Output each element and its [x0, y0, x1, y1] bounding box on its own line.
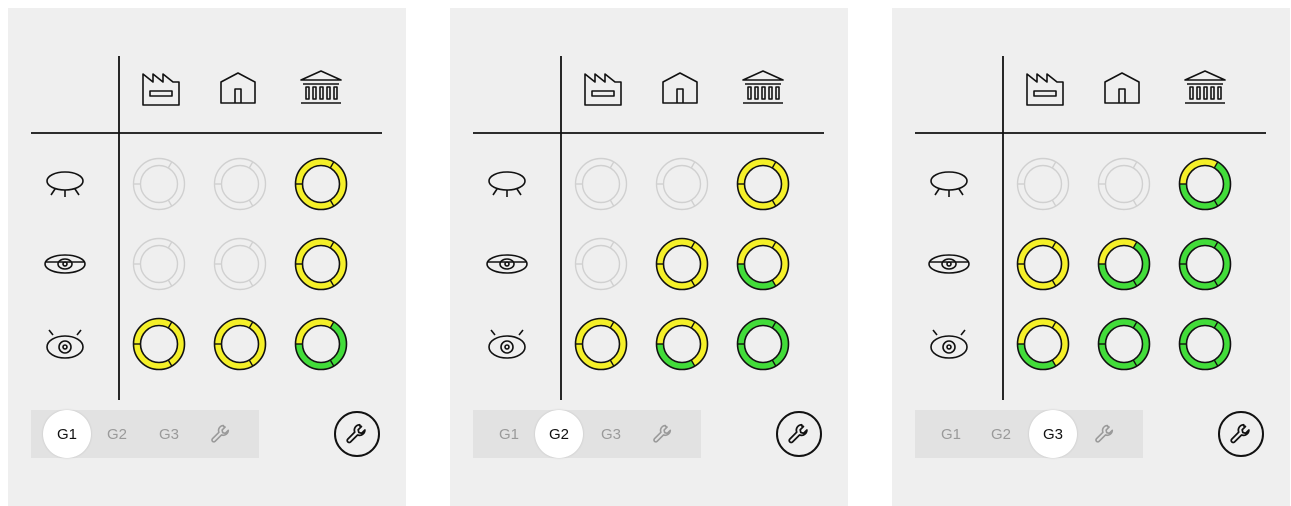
factory-icon — [584, 73, 622, 106]
status-ring-eye-half-factory[interactable] — [132, 237, 186, 291]
status-ring-eye-half-institution[interactable] — [294, 237, 348, 291]
tab-g1[interactable]: G1 — [927, 410, 975, 458]
status-ring-eye-closed-house[interactable] — [213, 157, 267, 211]
status-ring-eye-closed-house[interactable] — [655, 157, 709, 211]
tab-g3[interactable]: G3 — [1029, 410, 1077, 458]
tab-g1[interactable]: G1 — [43, 410, 91, 458]
settings-wrench-button[interactable] — [776, 411, 822, 457]
panel-g2: G1 G2 G3 — [450, 8, 848, 506]
eye-half-open-icon — [928, 254, 970, 274]
factory-icon — [142, 73, 180, 106]
matrix-grid — [31, 56, 382, 400]
status-ring-eye-half-house[interactable] — [655, 237, 709, 291]
house-icon — [1104, 72, 1140, 104]
settings-wrench-button[interactable] — [1218, 411, 1264, 457]
eye-open-icon — [488, 329, 526, 359]
eye-closed-icon — [930, 171, 968, 197]
tab-g2[interactable]: G2 — [93, 410, 141, 458]
institution-icon — [300, 70, 342, 104]
tab-g3[interactable]: G3 — [587, 410, 635, 458]
eye-open-icon — [46, 329, 84, 359]
status-ring-eye-open-institution[interactable] — [736, 317, 790, 371]
tab-wrench-icon[interactable] — [1093, 422, 1117, 446]
tab-wrench-icon[interactable] — [209, 422, 233, 446]
status-ring-eye-open-institution[interactable] — [294, 317, 348, 371]
status-ring-eye-open-factory[interactable] — [132, 317, 186, 371]
tab-wrench-icon[interactable] — [651, 422, 675, 446]
panel-g1: G1 G2 G3 — [8, 8, 406, 506]
eye-half-open-icon — [486, 254, 528, 274]
status-ring-eye-closed-institution[interactable] — [736, 157, 790, 211]
panel-g3: G1 G2 G3 — [892, 8, 1290, 506]
tab-g3[interactable]: G3 — [145, 410, 193, 458]
settings-wrench-button[interactable] — [334, 411, 380, 457]
eye-closed-icon — [46, 171, 84, 197]
matrix-grid — [473, 56, 824, 400]
tab-g2[interactable]: G2 — [977, 410, 1025, 458]
eye-open-icon — [930, 329, 968, 359]
tab-g1[interactable]: G1 — [485, 410, 533, 458]
institution-icon — [1184, 70, 1226, 104]
status-ring-eye-closed-factory[interactable] — [1016, 157, 1070, 211]
group-tab-switcher: G1 G2 G3 — [473, 410, 701, 458]
status-ring-eye-closed-factory[interactable] — [574, 157, 628, 211]
institution-icon — [742, 70, 784, 104]
house-icon — [662, 72, 698, 104]
status-ring-eye-closed-factory[interactable] — [132, 157, 186, 211]
matrix-grid — [915, 56, 1266, 400]
tab-g2[interactable]: G2 — [535, 410, 583, 458]
status-ring-eye-half-institution[interactable] — [736, 237, 790, 291]
eye-half-open-icon — [44, 254, 86, 274]
factory-icon — [1026, 73, 1064, 106]
status-ring-eye-half-house[interactable] — [213, 237, 267, 291]
wrench-icon — [346, 423, 366, 444]
group-tab-switcher: G1 G2 G3 — [31, 410, 259, 458]
group-tab-switcher: G1 G2 G3 — [915, 410, 1143, 458]
wrench-icon — [788, 423, 808, 444]
status-ring-eye-open-factory[interactable] — [1016, 317, 1070, 371]
status-ring-eye-open-house[interactable] — [655, 317, 709, 371]
status-ring-eye-closed-institution[interactable] — [294, 157, 348, 211]
status-ring-eye-half-house[interactable] — [1097, 237, 1151, 291]
status-ring-eye-half-factory[interactable] — [574, 237, 628, 291]
status-ring-eye-open-house[interactable] — [1097, 317, 1151, 371]
house-icon — [220, 72, 256, 104]
status-ring-eye-open-factory[interactable] — [574, 317, 628, 371]
status-ring-eye-closed-house[interactable] — [1097, 157, 1151, 211]
status-ring-eye-half-factory[interactable] — [1016, 237, 1070, 291]
status-ring-eye-open-house[interactable] — [213, 317, 267, 371]
eye-closed-icon — [488, 171, 526, 197]
status-ring-eye-open-institution[interactable] — [1178, 317, 1232, 371]
wrench-icon — [1230, 423, 1250, 444]
status-ring-eye-closed-institution[interactable] — [1178, 157, 1232, 211]
status-ring-eye-half-institution[interactable] — [1178, 237, 1232, 291]
